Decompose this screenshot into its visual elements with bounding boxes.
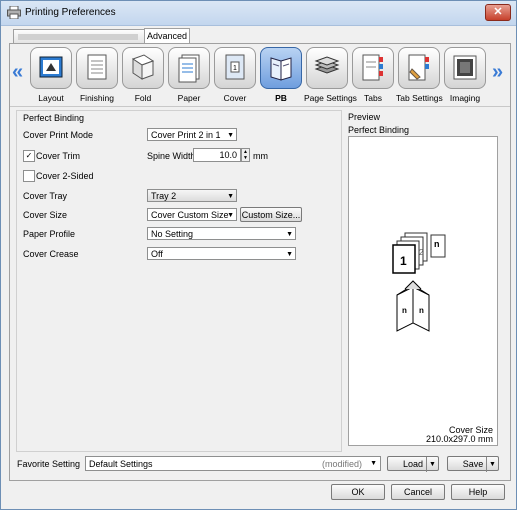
save-button-label: Save [462,459,484,469]
ribbon-label: Fold [134,93,152,103]
ribbon-label: Page Settings [304,93,357,103]
cover-crease-label: Cover Crease [23,249,79,259]
cover-print-mode-value: Cover Print 2 in 1 [151,130,221,140]
spine-width-unit: mm [253,151,268,161]
svg-text:1: 1 [400,254,407,268]
ribbon-label: Layout [38,93,64,103]
chevron-down-icon: ▼ [286,251,293,258]
preview-subtitle: Perfect Binding [348,125,410,135]
cover-2sided-checkbox[interactable] [23,170,35,182]
spine-width-label: Spine Width [147,151,196,161]
ribbon-item-tabs[interactable]: Tabs [350,47,396,103]
divider [10,106,510,107]
svg-text:n: n [434,239,440,249]
ribbon-label: Tabs [364,93,382,103]
chevron-down-icon: ▼ [227,132,234,139]
group-title: Perfect Binding [23,113,85,123]
function-ribbon: « Layout Finishing Fold Paper 1 Cover PB… [10,44,510,106]
perfect-binding-icon [260,47,302,89]
favorite-setting-label: Favorite Setting [17,459,81,469]
settings-panel: « Layout Finishing Fold Paper 1 Cover PB… [9,43,511,481]
printer-icon [7,6,21,19]
chevron-down-icon: ▼ [370,460,377,467]
favorite-setting-value: Default Settings [89,459,153,469]
ribbon-item-cover[interactable]: 1 Cover [212,47,258,103]
layout-icon [30,47,72,89]
ribbon-item-page-settings[interactable]: Page Settings [304,47,357,103]
cover-trim-checkbox[interactable]: ✓ [23,150,35,162]
help-button[interactable]: Help [451,484,505,500]
close-button[interactable]: ✕ [485,4,511,21]
paper-profile-label: Paper Profile [23,229,76,239]
svg-text:n: n [419,306,424,315]
cover-icon: 1 [214,47,256,89]
spine-width-input[interactable]: 10.0 [193,148,241,162]
preview-canvas: 1 2 n n n Cover Size 210.0x297.0 mm [348,136,498,446]
modified-indicator: (modified) [321,459,362,469]
finishing-icon [76,47,118,89]
ribbon-item-imaging[interactable]: Imaging [442,47,488,103]
ribbon-label: PB [275,93,287,103]
ribbon-label: Cover [223,93,247,103]
page-settings-icon [306,47,348,89]
perfect-binding-group: Perfect Binding Cover Print Mode Cover P… [16,110,342,452]
tab-settings-icon [398,47,440,89]
tabs-icon [352,47,394,89]
chevron-down-icon: ▼ [227,193,234,200]
cover-tray-value: Tray 2 [151,191,177,201]
preview-title: Preview [348,112,381,122]
paper-profile-select[interactable]: No Setting ▼ [147,227,296,240]
scroll-left-arrow-icon[interactable]: « [12,61,23,84]
window-title: Printing Preferences [25,7,116,18]
ribbon-item-fold[interactable]: Fold [120,47,166,103]
ribbon-label: Finishing [79,93,115,103]
custom-size-button[interactable]: Custom Size... [240,207,302,222]
load-button-label: Load [402,459,424,469]
svg-text:2: 2 [419,248,424,257]
paper-icon [168,47,210,89]
cover-crease-value: Off [151,249,163,259]
preview-group: Preview Perfect Binding 1 2 n n n Cover … [346,110,502,450]
save-button[interactable]: Save ▼ [447,456,499,472]
ribbon-label: Imaging [449,93,481,103]
chevron-down-icon: ▼ [227,212,234,219]
ribbon-item-pb[interactable]: PB [258,47,304,103]
cover-crease-select[interactable]: Off ▼ [147,247,296,260]
scroll-right-arrow-icon[interactable]: » [492,61,503,84]
save-menu-arrow-icon[interactable]: ▼ [486,457,498,472]
tab-advanced[interactable]: Advanced [144,28,190,43]
svg-text:n: n [402,306,407,315]
ribbon-item-tab-settings[interactable]: Tab Settings [396,47,443,103]
cover-print-mode-label: Cover Print Mode [23,130,94,140]
load-button[interactable]: Load ▼ [387,456,439,472]
fold-icon [122,47,164,89]
chevron-down-icon: ▼ [286,231,293,238]
tab-basic[interactable] [13,29,145,43]
cover-size-select[interactable]: Cover Custom Size ▼ [147,208,237,221]
svg-text:1: 1 [233,65,237,72]
printing-preferences-window: Printing Preferences ✕ Advanced « Layout… [0,0,517,510]
imaging-icon [444,47,486,89]
favorite-setting-select[interactable]: Default Settings (modified) ▼ [85,456,381,471]
cancel-button[interactable]: Cancel [391,484,445,500]
spine-width-stepper[interactable]: ▲ ▼ [241,148,250,162]
ribbon-item-layout[interactable]: Layout [28,47,74,103]
perfect-binding-preview-icon: 1 2 n n n [392,232,446,332]
paper-profile-value: No Setting [151,229,194,239]
ribbon-item-paper[interactable]: Paper [166,47,212,103]
cover-size-label: Cover Size [23,210,68,220]
ok-button[interactable]: OK [331,484,385,500]
cover-size-dimensions: 210.0x297.0 mm [425,434,493,444]
ribbon-label: Tab Settings [396,93,443,103]
title-bar: Printing Preferences ✕ [1,1,516,26]
cover-size-value: Cover Custom Size [151,210,229,220]
ribbon-label: Paper [177,93,201,103]
cover-trim-label: Cover Trim [36,151,81,161]
cover-tray-select[interactable]: Tray 2 ▼ [147,189,237,202]
cover-tray-label: Cover Tray [23,191,68,201]
cover-print-mode-select[interactable]: Cover Print 2 in 1 ▼ [147,128,237,141]
ribbon-item-finishing[interactable]: Finishing [74,47,120,103]
cover-2sided-label: Cover 2-Sided [36,171,94,181]
load-menu-arrow-icon[interactable]: ▼ [426,457,438,472]
